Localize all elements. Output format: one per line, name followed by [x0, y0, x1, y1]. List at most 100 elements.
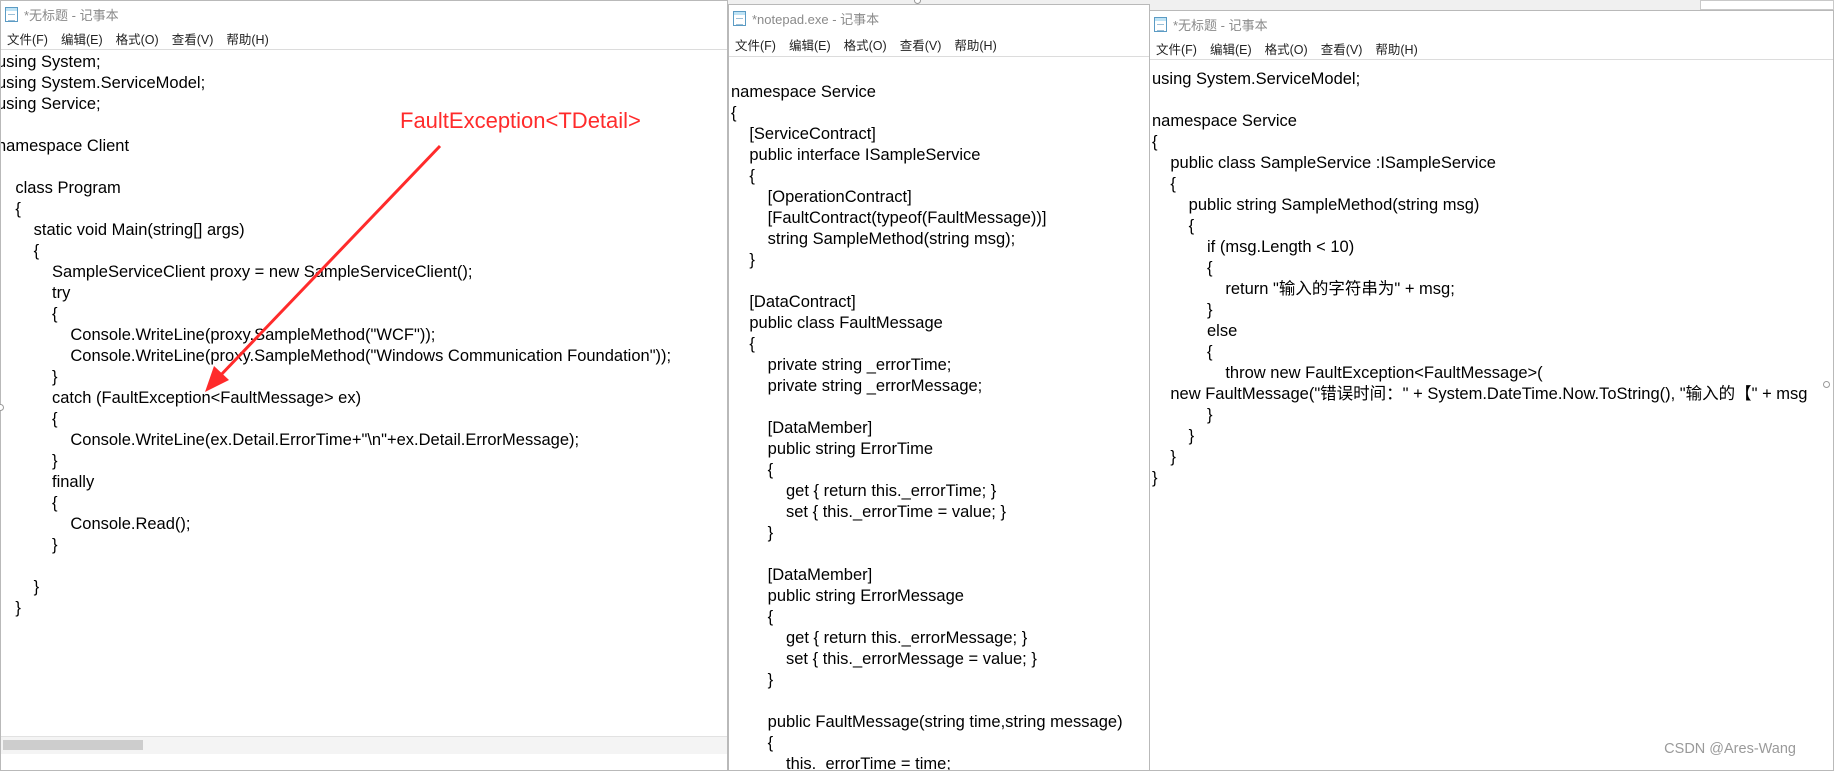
code-line: {: [1, 305, 58, 323]
window-title: *无标题 - 记事本: [24, 7, 119, 23]
menu-bar: 文件(F) 编辑(E) 格式(O) 查看(V) 帮助(H): [729, 32, 1149, 56]
menu-edit[interactable]: 编辑(E): [1206, 39, 1261, 58]
code-line: public FaultMessage(string time,string m…: [731, 713, 1123, 731]
code-line: [DataMember]: [731, 419, 873, 437]
code-line: }: [1, 368, 58, 386]
code-line: [FaultContract(typeof(FaultMessage))]: [731, 209, 1047, 227]
code-line: }: [1152, 301, 1213, 319]
notepad-window-service: *无标题 - 记事本 文件(F) 编辑(E) 格式(O) 查看(V) 帮助(H)…: [1149, 10, 1834, 771]
code-line: Console.WriteLine(ex.Detail.ErrorTime+"\…: [1, 431, 580, 449]
code-line: }: [1152, 427, 1195, 445]
code-line: return "输入的字符串为" + msg;: [1152, 280, 1455, 298]
menu-view[interactable]: 查看(V): [896, 35, 951, 54]
code-line: public string SampleMethod(string msg): [1152, 196, 1480, 214]
menu-format[interactable]: 格式(O): [1261, 39, 1317, 58]
code-line: catch (FaultException<FaultMessage> ex): [1, 389, 362, 407]
scrollbar-thumb[interactable]: [3, 740, 143, 750]
code-line: public interface ISampleService: [731, 146, 981, 164]
code-line: }: [731, 524, 774, 542]
code-line: {: [1152, 175, 1176, 193]
menu-format[interactable]: 格式(O): [112, 29, 168, 48]
code-line: throw new FaultException<FaultMessage>(: [1152, 364, 1543, 382]
window-title: *notepad.exe - 记事本: [752, 12, 880, 27]
code-line: private string _errorTime;: [731, 356, 952, 374]
code-line: using System.ServiceModel;: [1152, 70, 1361, 88]
code-line: public string ErrorTime: [731, 440, 934, 458]
code-line: get { return this._errorTime; }: [731, 482, 997, 500]
code-line: this._errorTime = time;: [731, 755, 951, 770]
code-line: }: [1152, 469, 1158, 487]
code-line: namespace Service: [731, 83, 876, 101]
code-line: set { this._errorTime = value; }: [731, 503, 1006, 521]
code-line: {: [1, 242, 40, 260]
watermark: CSDN @Ares-Wang: [1664, 741, 1796, 757]
code-line: [OperationContract]: [731, 188, 912, 206]
code-line: {: [1, 494, 58, 512]
code-line: }: [1, 578, 40, 596]
title-bar[interactable]: *notepad.exe - 记事本: [729, 5, 1149, 32]
code-line: }: [1, 452, 58, 470]
code-line: class Program: [1, 179, 121, 197]
code-line: public class SampleService :ISampleServi…: [1152, 154, 1496, 172]
code-line: {: [731, 167, 755, 185]
title-bar[interactable]: *无标题 - 记事本: [1150, 11, 1833, 37]
notepad-window-contract: *notepad.exe - 记事本 文件(F) 编辑(E) 格式(O) 查看(…: [728, 4, 1150, 771]
code-line: static void Main(string[] args): [1, 221, 245, 239]
code-line: Console.Read();: [1, 515, 191, 533]
code-line: [ServiceContract]: [731, 125, 876, 143]
menu-edit[interactable]: 编辑(E): [57, 29, 112, 48]
code-line: {: [1152, 133, 1158, 151]
menu-view[interactable]: 查看(V): [168, 29, 223, 48]
horizontal-scrollbar[interactable]: [1, 736, 727, 754]
code-line: {: [1, 410, 58, 428]
code-line: }: [1, 536, 58, 554]
menu-bar: 文件(F) 编辑(E) 格式(O) 查看(V) 帮助(H): [1, 27, 727, 49]
code-line: {: [15, 200, 21, 218]
menu-view[interactable]: 查看(V): [1317, 39, 1372, 58]
code-line: {: [731, 104, 737, 122]
code-line: try: [1, 284, 71, 302]
resize-handle[interactable]: [1823, 381, 1830, 388]
menu-file[interactable]: 文件(F): [1152, 39, 1206, 58]
code-line: namespace Client: [1, 137, 130, 155]
text-editor[interactable]: using System; using System.ServiceModel; u…: [1, 49, 727, 770]
code-line: finally: [1, 473, 95, 491]
menu-help[interactable]: 帮助(H): [222, 29, 277, 48]
background-window-edge: [1700, 0, 1834, 10]
menu-file[interactable]: 文件(F): [3, 29, 57, 48]
code-line: {: [1152, 343, 1213, 361]
code-line: string SampleMethod(string msg);: [731, 230, 1016, 248]
menu-file[interactable]: 文件(F): [731, 35, 785, 54]
code-line: }: [1152, 448, 1176, 466]
text-editor[interactable]: namespace Service { [ServiceContract] pub…: [729, 56, 1149, 770]
code-line: {: [1152, 217, 1195, 235]
code-line: }: [1152, 406, 1213, 424]
menu-edit[interactable]: 编辑(E): [785, 35, 840, 54]
menu-bar: 文件(F) 编辑(E) 格式(O) 查看(V) 帮助(H): [1150, 37, 1833, 59]
notepad-icon: [733, 11, 746, 26]
code-line: {: [731, 461, 774, 479]
code-line: set { this._errorMessage = value; }: [731, 650, 1037, 668]
notepad-icon: [5, 6, 18, 22]
menu-help[interactable]: 帮助(H): [950, 35, 1005, 54]
text-editor[interactable]: using System.ServiceModel; namespace Serv…: [1150, 59, 1833, 770]
code-line: if (msg.Length < 10): [1152, 238, 1355, 256]
code-line: get { return this._errorMessage; }: [731, 629, 1028, 647]
menu-format[interactable]: 格式(O): [840, 35, 896, 54]
annotation-label: FaultException<TDetail>: [400, 108, 641, 133]
code-line: }: [731, 671, 774, 689]
menu-help[interactable]: 帮助(H): [1371, 39, 1426, 58]
code-line: }: [731, 251, 755, 269]
title-bar[interactable]: *无标题 - 记事本: [1, 1, 727, 27]
code-line: SampleServiceClient proxy = new SampleSe…: [1, 263, 473, 281]
code-line: public class FaultMessage: [731, 314, 943, 332]
code-line: new FaultMessage("错误时间：" + System.DateTi…: [1152, 385, 1808, 403]
